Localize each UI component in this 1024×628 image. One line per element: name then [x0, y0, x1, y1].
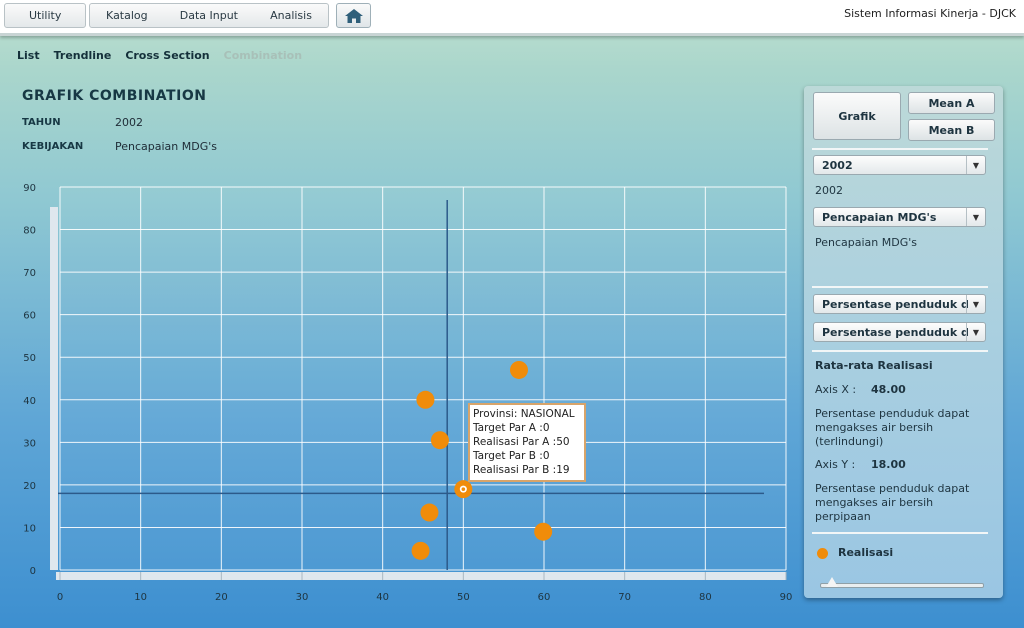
y-tick-label: 90	[23, 183, 36, 194]
tooltip-line: Target Par B :0	[473, 450, 550, 462]
grafik-button[interactable]: Grafik	[813, 92, 901, 140]
x-tick-label: 60	[538, 592, 551, 603]
y-tick-label: 10	[23, 523, 36, 534]
app-title: Sistem Informasi Kinerja - DJCK	[844, 7, 1016, 20]
axis-x-value: 48.00	[871, 383, 906, 396]
axis-y-label: Axis Y :	[815, 458, 856, 471]
chevron-down-icon: ▼	[966, 323, 985, 341]
menu-data-input[interactable]: Data Input	[168, 9, 250, 22]
y-tick-label: 60	[23, 311, 36, 322]
legend-label: Realisasi	[838, 546, 894, 559]
scatter-chart: 0 10 20 30 40 50 60 70 80 90 0 10 20 30 40 50 60 70 80 90	[23, 183, 793, 603]
home-icon	[344, 8, 363, 23]
chevron-down-icon: ▼	[966, 208, 985, 226]
utility-button-group: Utility	[4, 3, 87, 28]
data-point	[509, 360, 528, 379]
param-b-select[interactable]: Persentase penduduk d ▼	[813, 322, 986, 342]
year-select-value: 2002	[822, 159, 853, 172]
top-bar: Utility Katalog Data Input Analisis Sist…	[0, 0, 1024, 36]
policy-select-value: Pencapaian MDG's	[822, 211, 937, 224]
year-select[interactable]: 2002 ▼	[813, 155, 986, 175]
tooltip-line: Realisasi Par B :19	[473, 464, 570, 476]
param-b-select-value: Persentase penduduk d	[822, 326, 969, 339]
y-tick-label: 70	[23, 268, 36, 279]
data-point	[534, 522, 553, 541]
y-tick-label: 50	[23, 353, 36, 364]
y-tick-label: 20	[23, 481, 36, 492]
data-point	[430, 431, 449, 450]
policy-select[interactable]: Pencapaian MDG's ▼	[813, 207, 986, 227]
tab-combination: Combination	[223, 49, 303, 62]
divider	[812, 148, 988, 150]
menu-analisis[interactable]: Analisis	[258, 9, 324, 22]
tooltip-line: Target Par A :0	[473, 422, 550, 434]
tahun-label: TAHUN	[22, 117, 61, 128]
axis-y-description: Persentase penduduk dapat mengakses air …	[815, 482, 970, 523]
x-axis-rail	[56, 572, 786, 580]
x-tick-label: 90	[780, 592, 793, 603]
x-tick-label: 20	[215, 592, 228, 603]
data-point	[416, 390, 435, 409]
page-title: GRAFIK COMBINATION	[22, 88, 207, 104]
axis-x-label: Axis X :	[815, 383, 857, 396]
y-tick-label: 30	[23, 438, 36, 449]
axis-y-value: 18.00	[871, 458, 906, 471]
tab-trendline[interactable]: Trendline	[54, 49, 112, 62]
data-point-selected-dot	[461, 487, 466, 491]
y-tick-label: 0	[30, 566, 36, 577]
policy-text: Pencapaian MDG's	[815, 236, 917, 249]
slider-thumb[interactable]	[826, 577, 838, 587]
x-tick-label: 30	[296, 592, 309, 603]
control-panel: Grafik Mean A Mean B 2002 ▼ 2002 Pencapa…	[804, 86, 1003, 598]
kebijakan-value: Pencapaian MDG's	[115, 140, 217, 153]
param-a-select[interactable]: Persentase penduduk d ▼	[813, 294, 986, 314]
chevron-down-icon: ▼	[966, 295, 985, 313]
x-tick-label: 0	[57, 592, 63, 603]
axis-x-description: Persentase penduduk dapat mengakses air …	[815, 407, 970, 448]
slider-track[interactable]	[820, 583, 984, 588]
x-tick-label: 80	[699, 592, 712, 603]
y-tick-label: 40	[23, 396, 36, 407]
section-title: Rata-rata Realisasi	[815, 359, 933, 372]
divider	[812, 532, 988, 534]
x-tick-label: 50	[457, 592, 470, 603]
y-tick-label: 80	[23, 226, 36, 237]
tab-list[interactable]: List	[17, 49, 40, 62]
chevron-down-icon: ▼	[966, 156, 985, 174]
divider	[812, 286, 988, 288]
param-a-select-value: Persentase penduduk d	[822, 298, 969, 311]
year-text: 2002	[815, 184, 843, 197]
x-tick-label: 70	[618, 592, 631, 603]
mean-a-button[interactable]: Mean A	[908, 92, 995, 114]
divider	[812, 350, 988, 352]
sub-tabs: List Trendline Cross Section Combination	[17, 49, 302, 62]
mean-b-button[interactable]: Mean B	[908, 119, 995, 141]
utility-button[interactable]: Utility	[5, 9, 85, 22]
x-tick-label: 40	[376, 592, 389, 603]
data-point	[420, 503, 439, 522]
tooltip-line: Realisasi Par A :50	[473, 436, 570, 448]
data-point	[411, 541, 430, 560]
x-tick-label: 10	[134, 592, 147, 603]
tahun-value: 2002	[115, 116, 143, 129]
menu-katalog[interactable]: Katalog	[94, 9, 160, 22]
y-axis-rail	[50, 207, 58, 570]
legend-marker	[817, 548, 828, 559]
main-menu: Katalog Data Input Analisis	[89, 3, 329, 28]
kebijakan-label: KEBIJAKAN	[22, 141, 84, 152]
home-button[interactable]	[336, 3, 371, 28]
point-tooltip: Provinsi: NASIONAL Target Par A :0 Reali…	[468, 403, 586, 482]
tab-cross-section[interactable]: Cross Section	[125, 49, 209, 62]
tooltip-line: Provinsi: NASIONAL	[473, 408, 575, 420]
